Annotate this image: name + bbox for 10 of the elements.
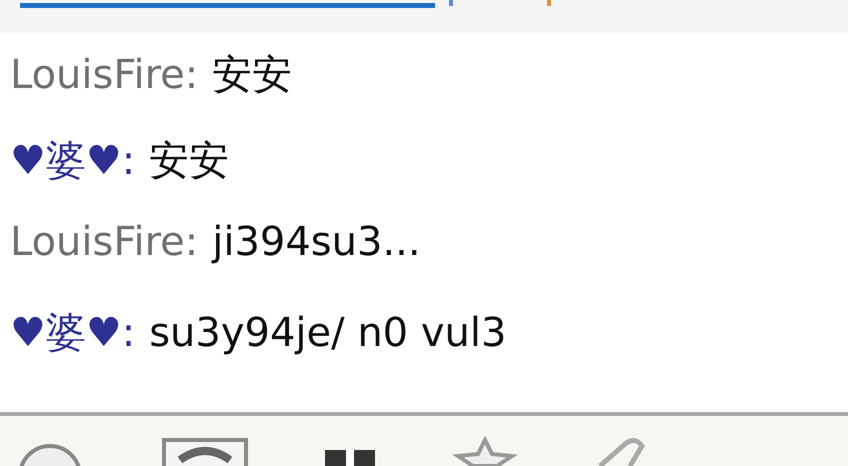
message-text: 安安 (212, 51, 292, 100)
message-text: ji394su3... (212, 219, 421, 265)
picture-icon[interactable] (160, 436, 250, 466)
sender-name: ♥婆♥: (10, 309, 136, 358)
sender-name: LouisFire: (10, 52, 198, 98)
message-text: su3y94je/ n0 vul3 (149, 310, 506, 356)
message-text: 安安 (149, 137, 230, 186)
star-icon[interactable] (450, 436, 520, 466)
sender-name: LouisFire: (10, 219, 198, 265)
sender-name: ♥婆♥: (10, 137, 136, 186)
